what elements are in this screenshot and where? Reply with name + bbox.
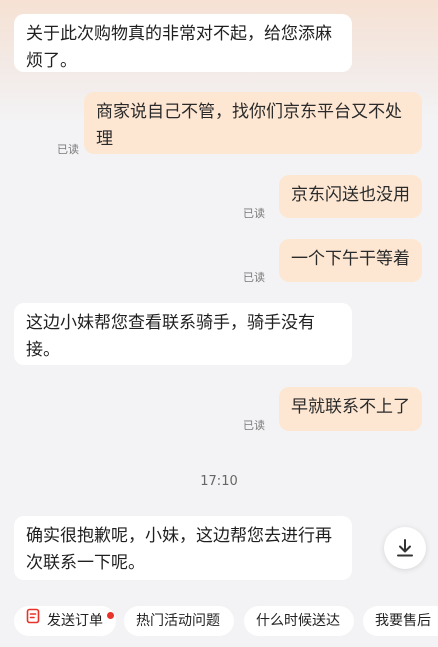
- message-incoming[interactable]: 确实很抱歉呢，小妹，这边帮您去进行再次联系一下呢。: [14, 516, 352, 580]
- quick-reply-hot-activity[interactable]: 热门活动问题: [124, 606, 234, 636]
- quick-reply-delivery-time[interactable]: 什么时候送达: [244, 606, 354, 636]
- message-outgoing[interactable]: 京东闪送也没用: [279, 175, 422, 218]
- quick-reply-bar: 发送订单 热门活动问题 什么时候送达 我要售后: [0, 598, 438, 647]
- quick-reply-send-order[interactable]: 发送订单: [14, 606, 116, 636]
- message-outgoing[interactable]: 商家说自己不管，找你们京东平台又不处理: [84, 92, 422, 154]
- arrow-down-to-line-icon: [397, 539, 413, 557]
- message-incoming[interactable]: 关于此次购物真的非常对不起，给您添麻烦了。: [14, 14, 352, 72]
- order-icon: [26, 605, 41, 635]
- message-outgoing[interactable]: 早就联系不上了: [279, 387, 422, 431]
- quick-reply-label: 我要售后: [375, 613, 431, 629]
- read-status: 已读: [243, 207, 265, 220]
- message-outgoing[interactable]: 一个下午干等着: [279, 239, 422, 282]
- scroll-to-bottom-button[interactable]: [384, 527, 426, 569]
- quick-reply-label: 发送订单: [47, 613, 103, 629]
- read-status: 已读: [243, 419, 265, 432]
- quick-reply-after-sales[interactable]: 我要售后: [363, 606, 438, 636]
- quick-reply-label: 热门活动问题: [136, 613, 220, 629]
- read-status: 已读: [243, 271, 265, 284]
- notification-dot: [107, 612, 114, 619]
- message-incoming[interactable]: 这边小妹帮您查看联系骑手，骑手没有接。: [14, 303, 352, 365]
- read-status: 已读: [57, 143, 79, 156]
- quick-reply-label: 什么时候送达: [256, 613, 340, 629]
- message-timestamp: 17:10: [200, 474, 238, 489]
